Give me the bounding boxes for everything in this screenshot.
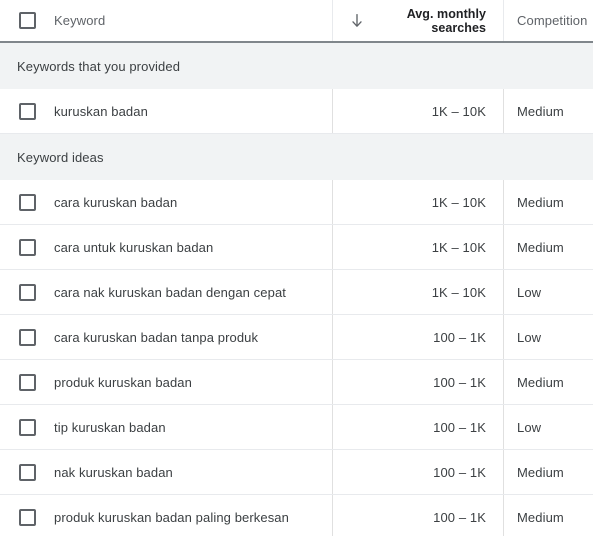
avg-monthly-searches-value: 1K – 10K	[431, 284, 486, 300]
competition-column-header[interactable]: Competition	[517, 13, 587, 28]
table-row[interactable]: tip kuruskan badan 100 – 1K Low	[0, 405, 593, 450]
competition-value: Medium	[517, 464, 564, 480]
competition-value: Low	[517, 329, 542, 345]
keyword-label[interactable]: tip kuruskan badan	[54, 420, 166, 435]
cell-avg-monthly-searches: 100 – 1K	[333, 495, 504, 536]
cell-avg-monthly-searches: 100 – 1K	[333, 360, 504, 404]
cell-keyword: produk kuruskan badan paling berkesan	[0, 495, 333, 536]
sort-direction-indicator[interactable]	[348, 0, 366, 41]
keyword-label[interactable]: cara nak kuruskan badan dengan cepat	[54, 285, 286, 300]
cell-keyword: cara kuruskan badan tanpa produk	[0, 315, 333, 359]
competition-value: Medium	[517, 194, 564, 210]
avg-monthly-searches-value: 100 – 1K	[433, 509, 486, 525]
cell-competition: Medium	[504, 180, 593, 224]
keyword-label[interactable]: cara kuruskan badan	[54, 195, 177, 210]
table-row[interactable]: cara untuk kuruskan badan 1K – 10K Mediu…	[0, 225, 593, 270]
select-all-checkbox-cell[interactable]	[0, 12, 54, 29]
cell-keyword: tip kuruskan badan	[0, 405, 333, 449]
row-checkbox-cell[interactable]	[0, 102, 54, 120]
avg-monthly-searches-column-header: Avg. monthly searches	[407, 7, 486, 35]
cell-avg-monthly-searches: 1K – 10K	[333, 180, 504, 224]
cell-competition: Medium	[504, 450, 593, 494]
cell-competition: Medium	[504, 495, 593, 536]
keyword-planner-table: Keyword Avg. monthly searches Competition…	[0, 0, 593, 536]
table-row[interactable]: cara nak kuruskan badan dengan cepat 1K …	[0, 270, 593, 315]
row-checkbox-cell[interactable]	[0, 373, 54, 391]
avg-monthly-searches-value: 100 – 1K	[433, 374, 486, 390]
competition-value: Medium	[517, 509, 564, 525]
avg-monthly-searches-value: 1K – 10K	[431, 194, 486, 210]
cell-avg-monthly-searches: 100 – 1K	[333, 450, 504, 494]
table-row[interactable]: nak kuruskan badan 100 – 1K Medium	[0, 450, 593, 495]
competition-value: Low	[517, 284, 542, 300]
section-header-ideas: Keyword ideas	[0, 134, 593, 180]
row-checkbox-cell[interactable]	[0, 328, 54, 346]
row-checkbox-cell[interactable]	[0, 463, 54, 481]
row-checkbox[interactable]	[18, 328, 36, 346]
row-checkbox[interactable]	[18, 193, 36, 211]
table-row[interactable]: produk kuruskan badan 100 – 1K Medium	[0, 360, 593, 405]
cell-competition: Low	[504, 405, 593, 449]
row-checkbox[interactable]	[18, 238, 36, 256]
cell-keyword: cara untuk kuruskan badan	[0, 225, 333, 269]
avg-monthly-searches-value: 100 – 1K	[433, 464, 486, 480]
row-checkbox[interactable]	[18, 102, 36, 120]
section-header-label: Keywords that you provided	[17, 58, 181, 74]
row-checkbox[interactable]	[18, 373, 36, 391]
avg-monthly-searches-header-line2: searches	[431, 20, 486, 35]
keyword-label[interactable]: cara untuk kuruskan badan	[54, 240, 213, 255]
row-checkbox[interactable]	[18, 418, 36, 436]
table-row[interactable]: cara kuruskan badan tanpa produk 100 – 1…	[0, 315, 593, 360]
cell-avg-monthly-searches: 100 – 1K	[333, 405, 504, 449]
row-checkbox-cell[interactable]	[0, 238, 54, 256]
row-checkbox[interactable]	[18, 463, 36, 481]
avg-monthly-searches-value: 1K – 10K	[431, 103, 486, 119]
section-header-provided: Keywords that you provided	[0, 43, 593, 89]
cell-competition: Medium	[504, 360, 593, 404]
table-header-row: Keyword Avg. monthly searches Competition	[0, 0, 593, 43]
arrow-down-icon	[352, 13, 362, 27]
keyword-label[interactable]: kuruskan badan	[54, 104, 148, 119]
keyword-label[interactable]: cara kuruskan badan tanpa produk	[54, 330, 258, 345]
cell-keyword: produk kuruskan badan	[0, 360, 333, 404]
keyword-column-header[interactable]: Keyword	[54, 13, 105, 28]
header-cell-avg-monthly-searches[interactable]: Avg. monthly searches	[333, 0, 504, 41]
cell-keyword: cara kuruskan badan	[0, 180, 333, 224]
keyword-label[interactable]: produk kuruskan badan	[54, 375, 192, 390]
competition-value: Medium	[517, 103, 564, 119]
cell-avg-monthly-searches: 1K – 10K	[333, 225, 504, 269]
cell-keyword: nak kuruskan badan	[0, 450, 333, 494]
avg-monthly-searches-value: 100 – 1K	[433, 329, 486, 345]
avg-monthly-searches-header-line1: Avg. monthly	[406, 6, 486, 21]
row-checkbox[interactable]	[18, 283, 36, 301]
row-checkbox[interactable]	[18, 508, 36, 526]
keyword-label[interactable]: produk kuruskan badan paling berkesan	[54, 510, 289, 525]
header-cell-competition[interactable]: Competition	[504, 0, 593, 41]
competition-value: Medium	[517, 239, 564, 255]
section-header-label: Keyword ideas	[17, 149, 104, 165]
cell-keyword: cara nak kuruskan badan dengan cepat	[0, 270, 333, 314]
cell-keyword: kuruskan badan	[0, 89, 333, 133]
cell-competition: Low	[504, 270, 593, 314]
row-checkbox-cell[interactable]	[0, 418, 54, 436]
table-row[interactable]: kuruskan badan 1K – 10K Medium	[0, 89, 593, 134]
cell-competition: Medium	[504, 89, 593, 133]
competition-value: Medium	[517, 374, 564, 390]
row-checkbox-cell[interactable]	[0, 508, 54, 526]
cell-competition: Medium	[504, 225, 593, 269]
cell-avg-monthly-searches: 1K – 10K	[333, 89, 504, 133]
row-checkbox-cell[interactable]	[0, 283, 54, 301]
avg-monthly-searches-value: 100 – 1K	[433, 419, 486, 435]
competition-value: Low	[517, 419, 542, 435]
keyword-label[interactable]: nak kuruskan badan	[54, 465, 173, 480]
cell-avg-monthly-searches: 1K – 10K	[333, 270, 504, 314]
select-all-checkbox[interactable]	[18, 12, 36, 29]
cell-competition: Low	[504, 315, 593, 359]
header-cell-keyword: Keyword	[0, 0, 333, 41]
table-row[interactable]: produk kuruskan badan paling berkesan 10…	[0, 495, 593, 536]
row-checkbox-cell[interactable]	[0, 193, 54, 211]
avg-monthly-searches-value: 1K – 10K	[431, 239, 486, 255]
cell-avg-monthly-searches: 100 – 1K	[333, 315, 504, 359]
table-row[interactable]: cara kuruskan badan 1K – 10K Medium	[0, 180, 593, 225]
